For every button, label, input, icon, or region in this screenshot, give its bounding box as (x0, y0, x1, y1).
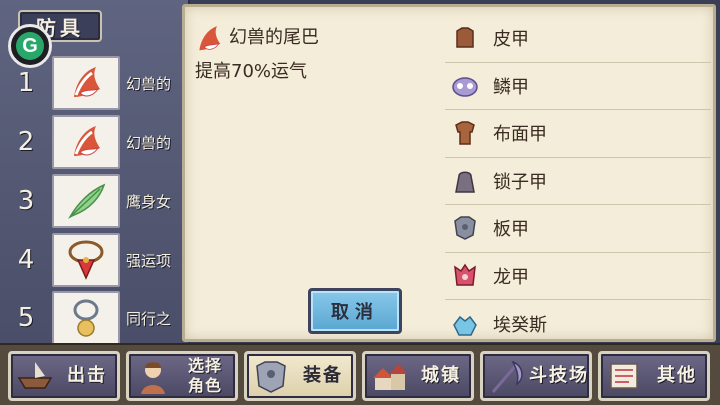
equipment-slot-4[interactable]: 4 强运项 (0, 232, 190, 288)
red-pendant-icon (52, 233, 120, 287)
nav-label: 斗技场 (529, 365, 589, 386)
nav-arena-button[interactable]: 斗技场 (480, 351, 592, 401)
nav-sortie-button[interactable]: 出击 (8, 351, 120, 401)
nav-label: 选择 角色 (175, 356, 235, 396)
category-label: 锁子甲 (493, 171, 547, 193)
category-chainmail[interactable]: 锁子甲 (445, 158, 711, 205)
nav-label-line1: 选择 (187, 356, 222, 375)
nav-label: 其他 (657, 365, 697, 386)
equipment-name: 同行之 (126, 309, 172, 328)
category-plate-armor[interactable]: 板甲 (445, 205, 711, 253)
slot-number: 2 (17, 127, 35, 157)
scale-armor-icon (445, 73, 485, 99)
feather-icon (52, 174, 120, 228)
nav-select-character-button[interactable]: 选择 角色 (126, 351, 238, 401)
armor-category-list: 皮甲 鳞甲 布面甲 锁子甲 板甲 龙甲 埃癸斯 (445, 15, 711, 348)
cloth-armor-icon (445, 120, 485, 146)
category-aegis[interactable]: 埃癸斯 (445, 300, 711, 348)
nav-other-button[interactable]: 其他 (598, 351, 710, 401)
scythe-icon (485, 354, 529, 398)
equipment-slot-2[interactable]: 2 幻兽的 (0, 114, 190, 170)
nav-label: 装备 (303, 365, 343, 386)
scroll-icon (603, 354, 647, 398)
item-detail-panel: 幻兽的尾巴 提高70%运气 取消 皮甲 鳞甲 布面甲 锁子甲 板甲 龙甲 埃癸斯 (182, 4, 716, 342)
item-description: 提高70%运气 (195, 61, 308, 82)
category-label: 皮甲 (493, 29, 529, 51)
nav-label: 城镇 (421, 365, 461, 386)
nav-label-line2: 角色 (187, 376, 222, 395)
category-label: 布面甲 (493, 124, 547, 146)
equipment-name: 幻兽的 (126, 74, 172, 93)
dragon-armor-icon (445, 263, 485, 289)
category-label: 龙甲 (493, 266, 529, 288)
plate-armor-icon (445, 215, 485, 241)
equipment-name: 强运项 (126, 251, 172, 270)
slot-number: 4 (17, 245, 35, 275)
equipment-name: 鹰身女 (126, 192, 172, 211)
leather-armor-icon (445, 25, 485, 51)
cancel-button[interactable]: 取消 (308, 288, 402, 334)
category-label: 鳞甲 (493, 76, 529, 98)
nav-equipment-button[interactable]: 装备 (244, 351, 356, 401)
aegis-icon (445, 311, 485, 337)
category-label: 板甲 (493, 219, 529, 241)
slot-number: 3 (17, 186, 35, 216)
equipment-slot-3[interactable]: 3 鹰身女 (0, 173, 190, 229)
boat-icon (13, 354, 57, 398)
bottom-navigation: 出击 选择 角色 装备 城镇 斗技场 其他 (0, 343, 720, 405)
category-dragon-armor[interactable]: 龙甲 (445, 253, 711, 300)
town-icon (367, 354, 411, 398)
badge-letter: G (16, 32, 44, 60)
category-cloth-armor[interactable]: 布面甲 (445, 110, 711, 158)
nav-label: 出击 (67, 365, 107, 386)
category-scale-armor[interactable]: 鳞甲 (445, 63, 711, 110)
chainmail-icon (445, 168, 485, 194)
category-label: 埃癸斯 (493, 314, 547, 336)
nav-town-button[interactable]: 城镇 (362, 351, 474, 401)
equipment-slot-5[interactable]: 5 同行之 (0, 290, 190, 346)
item-title: 幻兽的尾巴 (229, 27, 319, 48)
character-icon (131, 354, 175, 398)
category-leather-armor[interactable]: 皮甲 (445, 15, 711, 63)
fox-tail-icon (52, 115, 120, 169)
slot-number: 5 (17, 303, 35, 333)
equipment-name: 幻兽的 (126, 133, 172, 152)
slot-number: 1 (17, 68, 35, 98)
armor-icon (249, 354, 293, 398)
fox-tail-icon (193, 23, 225, 59)
bell-ring-icon (52, 291, 120, 345)
g-badge-icon[interactable]: G (8, 24, 52, 68)
fox-tail-icon (52, 56, 120, 110)
